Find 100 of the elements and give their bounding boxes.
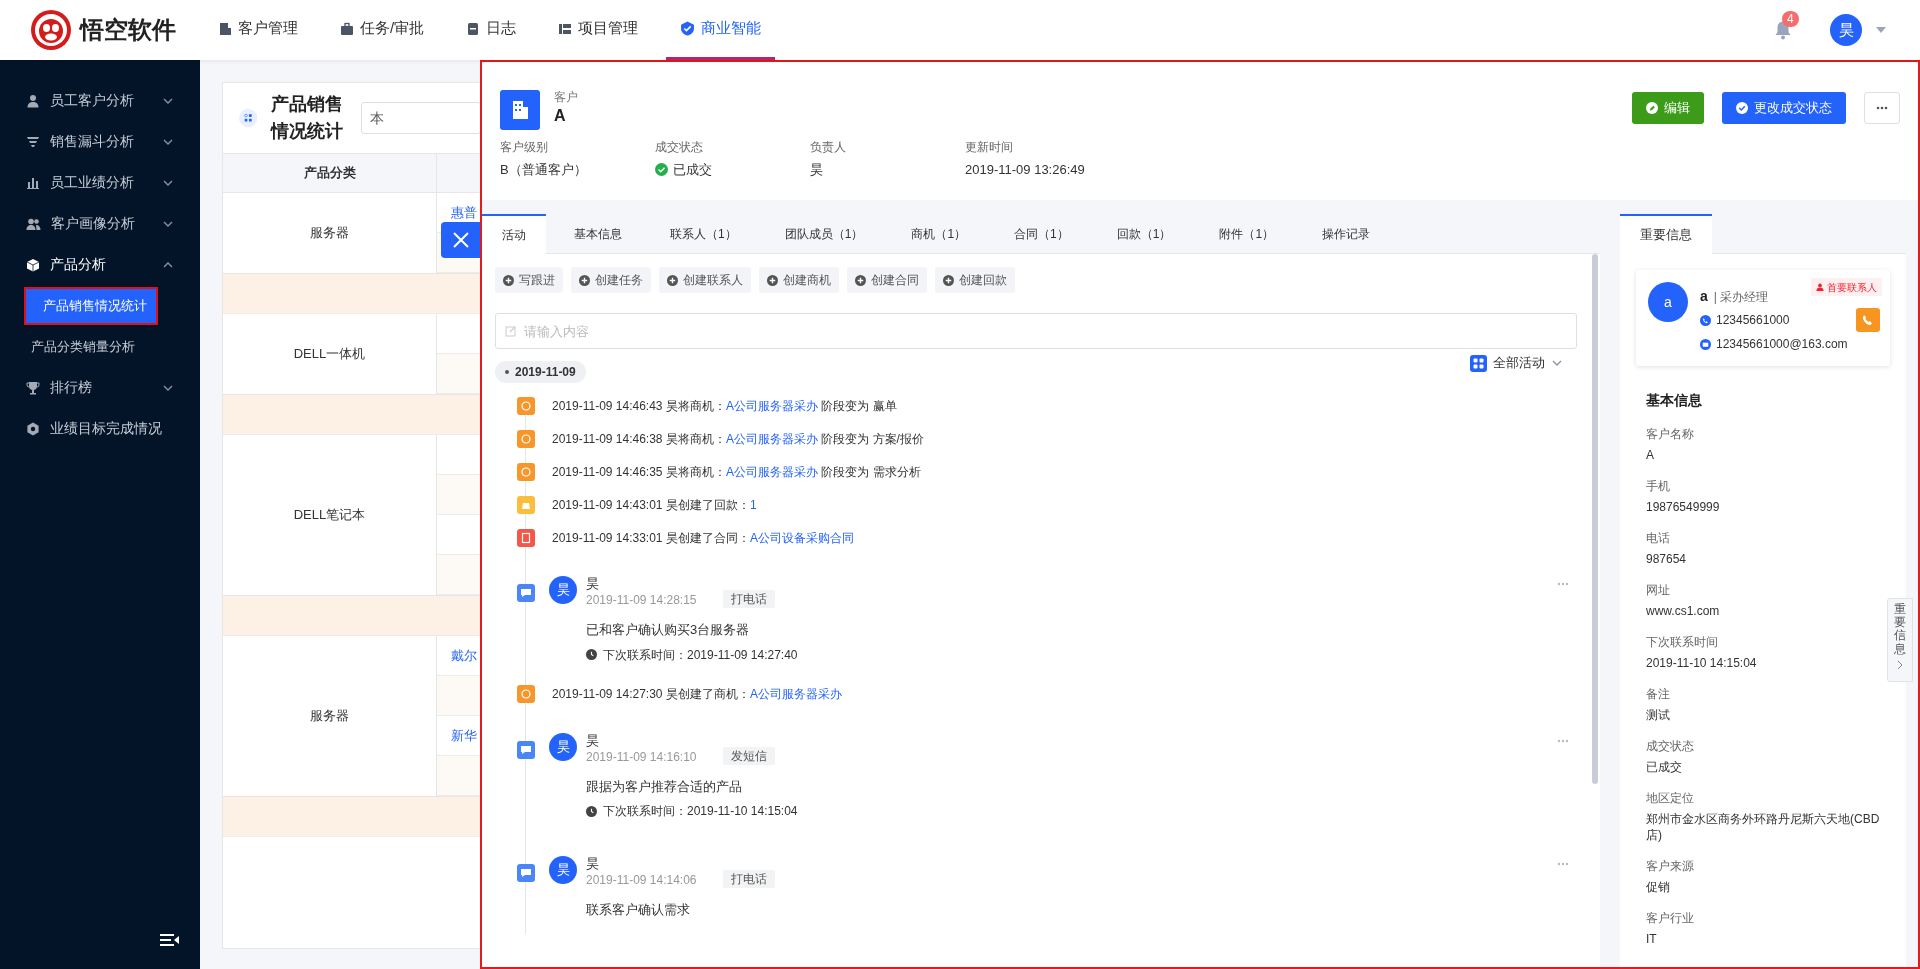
followup-type-tag: 发短信 <box>722 746 775 765</box>
call-button[interactable] <box>1856 308 1880 332</box>
trophy-icon <box>26 380 40 395</box>
tab[interactable]: 回款（1） <box>1096 214 1192 253</box>
column-header: 产品分类 <box>223 154 437 192</box>
clock-icon <box>586 649 597 660</box>
more-icon[interactable] <box>1557 862 1569 866</box>
activity-filter[interactable]: 全部活动 <box>1470 353 1563 373</box>
tab[interactable]: 团队成员（1） <box>764 214 884 253</box>
contact-email: 12345661000@163.com <box>1716 336 1848 353</box>
action-chip[interactable]: 写跟进 <box>495 267 563 293</box>
tab[interactable]: 附件（1） <box>1199 214 1295 253</box>
sidebar-item[interactable]: 员工业绩分析 <box>0 162 200 203</box>
close-button[interactable] <box>441 222 481 258</box>
funnel-icon <box>26 134 40 149</box>
record-link[interactable]: A公司服务器采办 <box>749 687 842 701</box>
next-contact-time: 下次联系时间：2019-11-09 14:27:40 <box>603 646 798 664</box>
close-icon <box>452 231 470 249</box>
more-icon <box>1876 106 1888 110</box>
record-link[interactable]: A公司服务器采办 <box>725 398 818 413</box>
check-circle-icon <box>1736 102 1748 114</box>
field-label: 下次联系时间 <box>1646 634 1719 650</box>
sidebar-item[interactable]: 排行榜 <box>0 367 200 408</box>
product-link[interactable]: 戴尔 <box>451 645 477 666</box>
record-link[interactable]: A公司设备采购合同 <box>749 530 854 545</box>
target-icon <box>26 421 40 436</box>
edit-button[interactable]: 编辑 <box>1632 92 1704 124</box>
sidebar-subitem[interactable]: 产品销售情况统计 <box>24 286 158 325</box>
pencil-icon <box>1646 102 1658 114</box>
customer-name: A <box>554 106 567 126</box>
sidebar-item[interactable]: 产品分析 <box>0 244 200 285</box>
author-name: 昊 <box>586 576 600 592</box>
followup-time: 2019-11-09 14:16:10 <box>586 748 697 765</box>
user-avatar[interactable]: 昊 <box>1830 14 1862 46</box>
followup-type-tag: 打电话 <box>722 590 775 608</box>
field-label: 备注 <box>1646 686 1671 702</box>
more-icon[interactable] <box>1557 582 1569 586</box>
tab[interactable]: 重要信息 <box>1620 214 1712 254</box>
action-chip[interactable]: 创建任务 <box>571 267 651 293</box>
product-link[interactable]: 新华 <box>451 725 477 746</box>
contact-name: a <box>1700 287 1708 306</box>
sidebar-item[interactable]: 销售漏斗分析 <box>0 121 200 162</box>
activity-log-text: 2019-11-09 14:46:35 昊将商机：A公司服务器采办 阶段变为 需求分析 <box>552 463 921 481</box>
tab[interactable]: 基本信息 <box>554 214 642 253</box>
plus-circle-icon <box>855 274 866 286</box>
record-link[interactable]: A公司服务器采办 <box>725 464 818 479</box>
tab[interactable]: 合同（1） <box>994 214 1089 253</box>
person-icon <box>1816 283 1824 291</box>
check-circle-icon <box>655 163 668 177</box>
caret-icon[interactable] <box>1876 27 1886 33</box>
tab[interactable]: 活动 <box>482 214 546 254</box>
action-chip[interactable]: 创建商机 <box>759 267 839 293</box>
record-link[interactable]: A公司服务器采办 <box>725 431 818 446</box>
date-pill: 2019-11-09 <box>495 361 586 383</box>
building-icon <box>500 90 540 130</box>
sidebar-subitem[interactable]: 产品分类销量分析 <box>14 327 146 366</box>
nav-tab[interactable]: 项目管理 <box>544 0 653 60</box>
collapse-menu-icon[interactable] <box>160 933 180 947</box>
field-label: 更新时间 <box>965 139 1014 156</box>
edit-icon <box>505 325 517 337</box>
field-label: 客户级别 <box>500 139 549 156</box>
field-label: 地区定位 <box>1646 790 1695 806</box>
tab[interactable]: 联系人（1） <box>650 214 757 253</box>
nav-tab[interactable]: 客户管理 <box>204 0 312 60</box>
action-chip[interactable]: 创建联系人 <box>659 267 751 293</box>
note-input[interactable]: 请输入内容 <box>495 313 1577 349</box>
tab[interactable]: 操作记录 <box>1302 214 1391 253</box>
change-status-button[interactable]: 更改成交状态 <box>1722 92 1846 124</box>
followup-time: 2019-11-09 14:28:15 <box>586 592 697 608</box>
action-chip[interactable]: 创建回款 <box>935 267 1015 293</box>
nav-tab[interactable]: 日志 <box>452 0 531 60</box>
action-chip[interactable]: 创建合同 <box>847 267 927 293</box>
field-value: 2019-11-09 13:26:49 <box>965 161 1086 179</box>
sidebar-item[interactable]: 业绩目标完成情况 <box>0 408 200 449</box>
monkey-logo-icon <box>30 9 72 51</box>
grid-icon <box>1470 354 1487 372</box>
sidebar-item[interactable]: 员工客户分析 <box>0 80 200 121</box>
people-icon <box>26 216 41 231</box>
author-name: 昊 <box>586 732 600 749</box>
chevron-icon <box>1896 659 1904 670</box>
plus-circle-icon <box>767 274 778 286</box>
clock-icon <box>586 805 597 817</box>
field-value: www.cs1.com <box>1646 603 1721 619</box>
more-button[interactable] <box>1864 92 1900 124</box>
record-type-label: 客户 <box>554 89 578 106</box>
more-icon[interactable] <box>1557 738 1569 743</box>
record-link[interactable]: 1 <box>749 497 757 512</box>
next-contact-time: 下次联系时间：2019-11-10 14:15:04 <box>603 803 798 820</box>
tab[interactable]: 商机（1） <box>891 214 987 253</box>
side-float-tab[interactable]: 重要信息 <box>1887 598 1913 682</box>
sidebar-item[interactable]: 客户画像分析 <box>0 203 200 244</box>
notebook-icon <box>466 21 481 36</box>
product-link[interactable]: 惠普 <box>451 202 477 223</box>
nav-tab[interactable]: 任务/审批 <box>326 0 439 60</box>
followup-content: 跟据为客户推荐合适的产品 <box>586 777 743 796</box>
report-title: 产品销售情况统计 <box>271 93 345 143</box>
contact-phone: 12345661000 <box>1716 312 1790 329</box>
activity-log-text: 2019-11-09 14:27:30 昊创建了商机：A公司服务器采办 <box>552 686 842 703</box>
field-value: 已成交 <box>673 161 712 179</box>
user-avatar: 昊 <box>549 732 577 761</box>
